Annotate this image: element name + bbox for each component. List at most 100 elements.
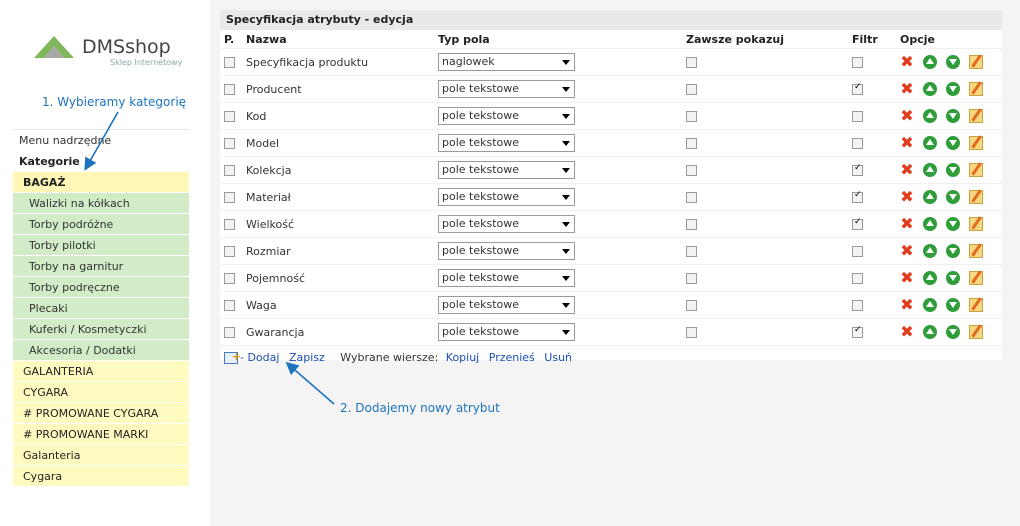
- edit-pencil-icon[interactable]: [969, 298, 983, 312]
- field-type-select[interactable]: pole tekstowe: [438, 80, 575, 98]
- edit-pencil-icon[interactable]: [969, 163, 983, 177]
- move-up-icon[interactable]: [923, 217, 937, 231]
- move-up-icon[interactable]: [923, 163, 937, 177]
- filter-checkbox[interactable]: [852, 246, 863, 257]
- filter-checkbox[interactable]: [852, 82, 863, 95]
- row-select-checkbox[interactable]: [224, 57, 235, 68]
- filter-checkbox[interactable]: [852, 111, 863, 122]
- move-down-icon[interactable]: [946, 325, 960, 339]
- row-select-checkbox[interactable]: [224, 300, 235, 311]
- menu-item[interactable]: Cygara: [13, 466, 189, 487]
- always-show-checkbox[interactable]: [686, 246, 697, 257]
- move-down-icon[interactable]: [946, 136, 960, 150]
- field-type-select[interactable]: pole tekstowe: [438, 323, 575, 341]
- field-type-select[interactable]: pole tekstowe: [438, 269, 575, 287]
- delete-link[interactable]: Usuń: [544, 351, 572, 364]
- menu-parent-link[interactable]: Menu nadrzędne: [13, 130, 189, 151]
- delete-x-icon[interactable]: ✖: [900, 243, 914, 259]
- edit-pencil-icon[interactable]: [969, 217, 983, 231]
- menu-subitem[interactable]: Plecaki: [13, 298, 189, 319]
- always-show-checkbox[interactable]: [686, 192, 697, 203]
- row-select-checkbox[interactable]: [224, 138, 235, 149]
- edit-pencil-icon[interactable]: [969, 190, 983, 204]
- menu-subitem[interactable]: Torby podręczne: [13, 277, 189, 298]
- logo[interactable]: DMSshop Sklep Internetowy: [28, 28, 198, 76]
- move-down-icon[interactable]: [946, 190, 960, 204]
- move-up-icon[interactable]: [923, 136, 937, 150]
- filter-checkbox[interactable]: [852, 300, 863, 311]
- delete-x-icon[interactable]: ✖: [900, 324, 914, 340]
- filter-checkbox[interactable]: [852, 217, 863, 230]
- field-type-select[interactable]: pole tekstowe: [438, 161, 575, 179]
- move-down-icon[interactable]: [946, 217, 960, 231]
- move-down-icon[interactable]: [946, 244, 960, 258]
- save-link[interactable]: Zapisz: [289, 351, 325, 364]
- copy-link[interactable]: Kopiuj: [446, 351, 479, 364]
- menu-subitem[interactable]: Kuferki / Kosmetyczki: [13, 319, 189, 340]
- move-down-icon[interactable]: [946, 298, 960, 312]
- row-select-checkbox[interactable]: [224, 246, 235, 257]
- row-select-checkbox[interactable]: [224, 219, 235, 230]
- field-type-select[interactable]: naglowek: [438, 53, 575, 71]
- move-up-icon[interactable]: [923, 109, 937, 123]
- edit-pencil-icon[interactable]: [969, 136, 983, 150]
- add-item-icon[interactable]: [224, 345, 241, 369]
- move-down-icon[interactable]: [946, 163, 960, 177]
- menu-item[interactable]: CYGARA: [13, 382, 189, 403]
- delete-x-icon[interactable]: ✖: [900, 270, 914, 286]
- edit-pencil-icon[interactable]: [969, 55, 983, 69]
- menu-subitem[interactable]: Walizki na kółkach: [13, 193, 189, 214]
- delete-x-icon[interactable]: ✖: [900, 108, 914, 124]
- always-show-checkbox[interactable]: [686, 273, 697, 284]
- edit-pencil-icon[interactable]: [969, 109, 983, 123]
- menu-subitem[interactable]: Torby podróżne: [13, 214, 189, 235]
- field-type-select[interactable]: pole tekstowe: [438, 188, 575, 206]
- delete-x-icon[interactable]: ✖: [900, 162, 914, 178]
- add-button[interactable]: - Dodaj: [240, 351, 279, 364]
- always-show-checkbox[interactable]: [686, 138, 697, 149]
- menu-subitem[interactable]: Torby na garnitur: [13, 256, 189, 277]
- menu-item-selected[interactable]: BAGAŻ: [13, 172, 189, 193]
- move-down-icon[interactable]: [946, 82, 960, 96]
- filter-checkbox[interactable]: [852, 190, 863, 203]
- move-up-icon[interactable]: [923, 82, 937, 96]
- delete-x-icon[interactable]: ✖: [900, 135, 914, 151]
- menu-item[interactable]: Galanteria: [13, 445, 189, 466]
- delete-x-icon[interactable]: ✖: [900, 297, 914, 313]
- move-up-icon[interactable]: [923, 298, 937, 312]
- always-show-checkbox[interactable]: [686, 57, 697, 68]
- filter-checkbox[interactable]: [852, 273, 863, 284]
- always-show-checkbox[interactable]: [686, 327, 697, 338]
- row-select-checkbox[interactable]: [224, 111, 235, 122]
- delete-x-icon[interactable]: ✖: [900, 189, 914, 205]
- filter-checkbox[interactable]: [852, 163, 863, 176]
- always-show-checkbox[interactable]: [686, 219, 697, 230]
- filter-checkbox[interactable]: [852, 138, 863, 149]
- menu-item[interactable]: GALANTERIA: [13, 361, 189, 382]
- always-show-checkbox[interactable]: [686, 111, 697, 122]
- move-up-icon[interactable]: [923, 271, 937, 285]
- always-show-checkbox[interactable]: [686, 165, 697, 176]
- move-up-icon[interactable]: [923, 55, 937, 69]
- field-type-select[interactable]: pole tekstowe: [438, 215, 575, 233]
- menu-item[interactable]: # PROMOWANE CYGARA: [13, 403, 189, 424]
- row-select-checkbox[interactable]: [224, 327, 235, 338]
- row-select-checkbox[interactable]: [224, 192, 235, 203]
- delete-x-icon[interactable]: ✖: [900, 81, 914, 97]
- always-show-checkbox[interactable]: [686, 84, 697, 95]
- row-select-checkbox[interactable]: [224, 84, 235, 95]
- field-type-select[interactable]: pole tekstowe: [438, 107, 575, 125]
- row-select-checkbox[interactable]: [224, 273, 235, 284]
- menu-subitem[interactable]: Torby pilotki: [13, 235, 189, 256]
- move-link[interactable]: Przenieś: [489, 351, 535, 364]
- move-down-icon[interactable]: [946, 109, 960, 123]
- filter-checkbox[interactable]: [852, 325, 863, 338]
- delete-x-icon[interactable]: ✖: [900, 216, 914, 232]
- menu-item[interactable]: # PROMOWANE MARKI: [13, 424, 189, 445]
- move-up-icon[interactable]: [923, 325, 937, 339]
- field-type-select[interactable]: pole tekstowe: [438, 296, 575, 314]
- move-down-icon[interactable]: [946, 55, 960, 69]
- move-down-icon[interactable]: [946, 271, 960, 285]
- row-select-checkbox[interactable]: [224, 165, 235, 176]
- edit-pencil-icon[interactable]: [969, 82, 983, 96]
